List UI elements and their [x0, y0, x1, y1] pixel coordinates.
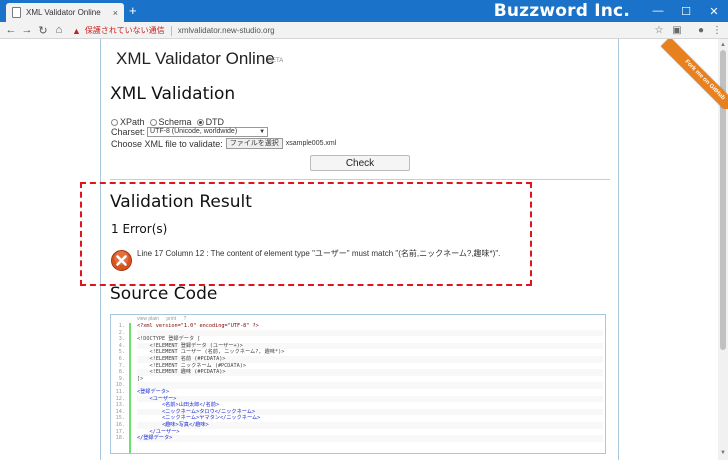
code-line: ]>: [137, 375, 144, 382]
radio-dtd[interactable]: [196, 118, 204, 126]
validation-mode-group: XPath Schema DTD: [111, 117, 229, 127]
radio-xpath[interactable]: [111, 118, 118, 126]
file-row: Choose XML file to validate: ファイルを選択 xsa…: [111, 138, 336, 149]
line-number: 5.: [118, 349, 125, 356]
line-number: 12.: [115, 395, 125, 402]
url-text[interactable]: xmlvalidator.new-studio.org: [178, 26, 275, 35]
line-number: 11.: [115, 388, 125, 395]
browser-titlebar: XML Validator Online × + Buzzword Inc. —…: [0, 0, 728, 22]
line-number: 2.: [118, 329, 125, 336]
line-number: 9.: [118, 375, 125, 382]
profile-icon[interactable]: ●: [694, 23, 708, 37]
forward-icon[interactable]: →: [20, 23, 34, 37]
code-line: <!DOCTYPE 登録データ [: [137, 336, 201, 343]
line-number: 16.: [115, 421, 125, 428]
maximize-icon[interactable]: ☐: [672, 0, 700, 22]
tab-close-icon[interactable]: ×: [113, 8, 118, 18]
radio-schema-label[interactable]: Schema: [159, 117, 192, 127]
line-number: 4.: [118, 342, 125, 349]
chevron-down-icon: ▼: [259, 129, 266, 135]
code-lines: <?xml version="1.0" encoding="UTF-8" ?> <…: [137, 323, 603, 442]
line-number: 8.: [118, 369, 125, 376]
radio-xpath-label[interactable]: XPath: [120, 117, 145, 127]
reload-icon[interactable]: ↻: [36, 23, 50, 37]
charset-value: UTF-8 (Unicode, worldwide): [150, 128, 238, 135]
brand-watermark: Buzzword Inc.: [493, 1, 630, 21]
section-divider: [110, 179, 610, 180]
view-plain-link[interactable]: view plain: [137, 316, 159, 322]
page-icon: [12, 7, 21, 18]
minimize-icon[interactable]: —: [644, 0, 672, 22]
code-line: <登録データ>: [137, 388, 170, 395]
charset-select[interactable]: UTF-8 (Unicode, worldwide) ▼: [147, 127, 269, 137]
github-ribbon-label[interactable]: Fork me on GitHub: [660, 39, 728, 109]
choose-file-button[interactable]: ファイルを選択: [225, 138, 283, 149]
app-title: XML Validator Online: [116, 49, 275, 68]
source-code-viewer: view plain print ? 1. 2. 3. 4. 5. 6. 7. 8. 9. 10.…: [110, 314, 606, 454]
line-number: 10.: [115, 382, 125, 389]
scroll-down-icon[interactable]: ▼: [720, 450, 726, 456]
radio-schema[interactable]: [149, 118, 157, 126]
code-line: <!ELEMENT 名前 (#PCDATA)>: [137, 355, 603, 363]
line-number: 6.: [118, 355, 125, 362]
warning-icon: ▲: [72, 25, 81, 36]
charset-label: Charset:: [111, 127, 146, 137]
validation-heading: XML Validation: [110, 84, 236, 104]
check-button[interactable]: Check: [310, 155, 410, 171]
line-number: 14.: [115, 408, 125, 415]
code-line: <趣味>写真</趣味>: [137, 421, 603, 429]
line-number: 13.: [115, 402, 125, 409]
code-line: </ユーザー>: [137, 428, 180, 435]
print-link[interactable]: print: [166, 316, 176, 322]
address-divider: [170, 25, 172, 36]
radio-dtd-label[interactable]: DTD: [206, 117, 225, 127]
browser-tab[interactable]: XML Validator Online ×: [6, 3, 124, 22]
security-status[interactable]: 保護されていない通信: [85, 25, 165, 36]
result-highlight-box: [80, 182, 532, 286]
code-line: <?xml version="1.0" encoding="UTF-8" ?>: [137, 323, 259, 329]
charset-row: Charset: UTF-8 (Unicode, worldwide) ▼: [111, 127, 269, 137]
line-number: 1.: [118, 323, 125, 329]
selected-file-name: xsample005.xml: [285, 140, 337, 147]
line-number: 7.: [118, 362, 125, 369]
code-line: <!ELEMENT 趣味 (#PCDATA)>: [137, 369, 603, 376]
code-body: 1. 2. 3. 4. 5. 6. 7. 8. 9. 10. 11. 12. 13. 14. 15. 16. 1…: [111, 323, 605, 453]
close-window-icon[interactable]: ✕: [700, 0, 728, 22]
line-number: 15.: [115, 415, 125, 422]
line-number: 3.: [118, 336, 125, 343]
beta-badge: BETA: [268, 58, 284, 64]
address-bar[interactable]: ▲ 保護されていない通信 xmlvalidator.new-studio.org: [72, 23, 668, 38]
new-tab-icon[interactable]: +: [129, 3, 137, 19]
bookmark-star-icon[interactable]: ☆: [652, 23, 666, 37]
github-ribbon[interactable]: Fork me on GitHub: [658, 39, 728, 109]
code-line: <ニックネーム>ヤマタン</ニックネーム>: [137, 415, 261, 422]
code-line: [137, 329, 603, 337]
code-line: <名前>山田太郎</名前>: [137, 402, 220, 409]
line-number: 18.: [115, 435, 125, 442]
code-line: <!ELEMENT ユーザー (名前, ニックネーム?, 趣味*)>: [137, 349, 285, 356]
code-line: [137, 382, 603, 389]
back-icon[interactable]: ←: [4, 23, 18, 37]
line-number: 17.: [115, 428, 125, 435]
browser-toolbar: ← → ↻ ⌂ ▲ 保護されていない通信 xmlvalidator.new-st…: [0, 22, 728, 39]
extension-icon[interactable]: ▣: [670, 23, 684, 37]
line-number-gutter: 1. 2. 3. 4. 5. 6. 7. 8. 9. 10. 11. 12. 13. 14. 15. 16. 1…: [111, 323, 131, 453]
file-label: Choose XML file to validate:: [111, 138, 223, 149]
home-icon[interactable]: ⌂: [52, 23, 66, 37]
code-line: </登録データ>: [137, 435, 603, 442]
tab-title: XML Validator Online: [26, 8, 101, 17]
code-toolbar: view plain print ?: [111, 315, 605, 323]
menu-icon[interactable]: ⋮: [710, 23, 724, 37]
source-heading: Source Code: [110, 284, 218, 304]
help-link[interactable]: ?: [183, 316, 186, 322]
